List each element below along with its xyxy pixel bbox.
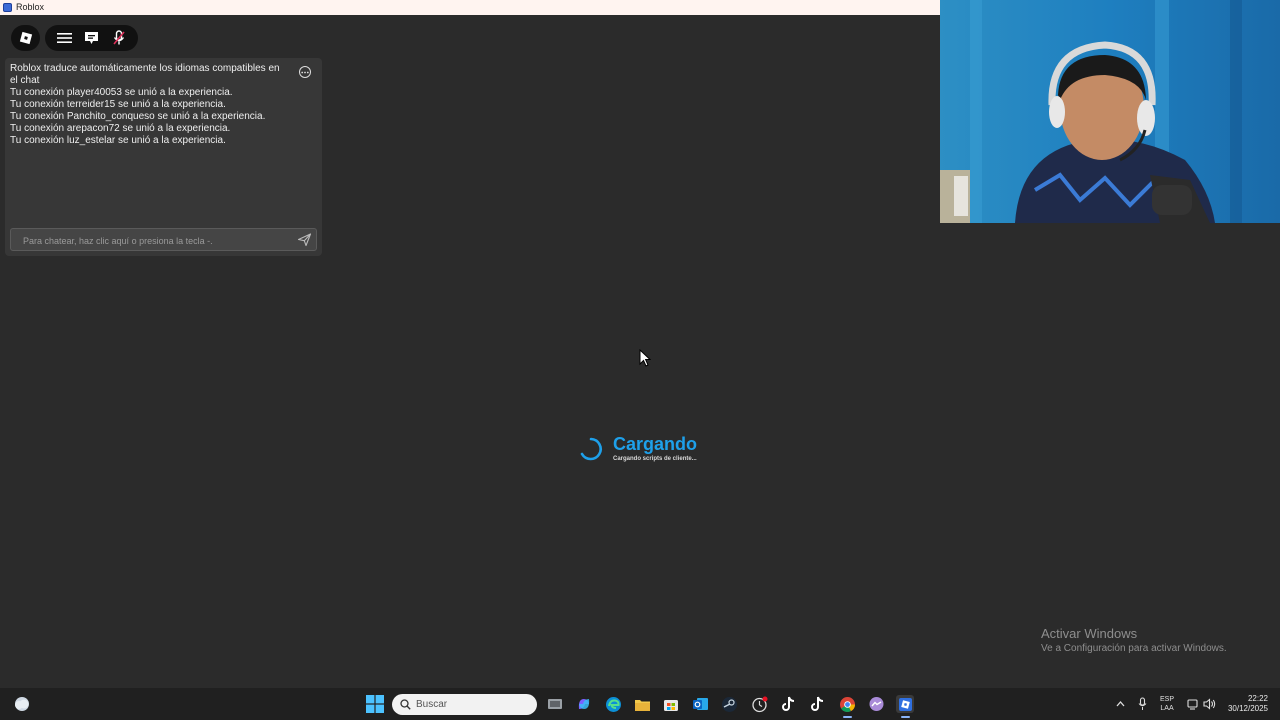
chrome-button[interactable] [838, 695, 856, 718]
search-placeholder: Buscar [416, 699, 448, 710]
webcam-overlay [940, 0, 1280, 223]
menu-icon [57, 33, 72, 43]
roblox-taskbar-button[interactable] [896, 695, 914, 718]
chat-input[interactable] [21, 229, 295, 252]
more-options-icon [301, 71, 309, 73]
chat-message: Tu conexión luz_estelar se unió a la exp… [10, 135, 226, 146]
copilot-icon [578, 699, 590, 709]
steam-button[interactable] [720, 695, 738, 713]
clock-app-button[interactable] [750, 695, 768, 713]
tiktok-icon [781, 696, 794, 711]
chrome-icon [839, 696, 855, 712]
chevron-up-icon[interactable] [1116, 700, 1125, 707]
tiktok-2-button[interactable] [808, 695, 826, 713]
copilot-button[interactable] [575, 695, 593, 713]
send-icon[interactable] [297, 232, 312, 247]
chat-message: Tu conexión terreider15 se unió a la exp… [10, 99, 226, 110]
messenger-icon [869, 696, 883, 711]
window-title: Roblox [16, 2, 45, 12]
watermark-subtitle: Ve a Configuración para activar Windows. [1041, 643, 1227, 654]
edge-browser-icon [605, 696, 621, 712]
roblox-app-icon [3, 3, 12, 12]
keyboard-layout: LAA [1160, 705, 1174, 712]
store-icon [664, 700, 678, 711]
messenger-button[interactable] [867, 695, 885, 713]
language-code: ESP [1160, 696, 1175, 703]
outlook-button[interactable] [691, 695, 709, 713]
search-icon [400, 699, 411, 710]
system-clock[interactable]: 22:22 30/12/2025 [1222, 694, 1268, 714]
language-indicator[interactable]: ESP LAA [1160, 695, 1174, 713]
outlook-icon [692, 698, 708, 710]
loading-spinner-icon [580, 437, 602, 461]
roblox-logo-icon [19, 31, 32, 45]
tiktok-button[interactable] [779, 695, 797, 713]
watermark-title: Activar Windows [1041, 626, 1138, 641]
network-icon[interactable] [1187, 698, 1199, 710]
taskbar-search-box[interactable]: Buscar [392, 694, 537, 715]
volume-icon[interactable] [1203, 698, 1216, 710]
chat-message: Roblox traduce automáticamente los idiom… [10, 63, 283, 86]
edge-button[interactable] [604, 695, 622, 713]
clock-app-icon [751, 696, 767, 712]
task-view-button[interactable] [546, 695, 564, 713]
clock-time: 22:22 [1247, 694, 1268, 703]
task-view-icon [548, 699, 562, 709]
windows-activation-watermark: Activar Windows Ve a Configuración para … [1041, 626, 1227, 654]
loading-indicator: Cargando Cargando scripts de cliente... [578, 432, 718, 468]
chat-message: Tu conexión arepacon72 se unió a la expe… [10, 123, 231, 134]
microphone-muted-icon [112, 30, 125, 45]
loading-subtitle: Cargando scripts de cliente... [613, 456, 697, 462]
windows-taskbar: Buscar ESP LAA 22:22 30/12/2025 [0, 688, 1280, 720]
microsoft-store-button[interactable] [662, 695, 680, 713]
loading-title: Cargando [613, 434, 698, 454]
mouse-cursor-icon [639, 349, 651, 367]
chat-options-button[interactable] [299, 66, 311, 78]
weather-icon[interactable] [12, 694, 32, 714]
roblox-menu-button[interactable] [11, 25, 40, 51]
roblox-icon [898, 697, 912, 711]
microphone-icon[interactable] [1138, 697, 1147, 711]
chat-message-list: Roblox traduce automáticamente los idiom… [10, 63, 290, 147]
chat-message: Tu conexión player40053 se unió a la exp… [10, 87, 233, 98]
menu-button[interactable] [56, 29, 74, 47]
tiktok-icon [810, 696, 823, 711]
chat-message: Tu conexión Panchito_conqueso se unió a … [10, 111, 266, 122]
steam-icon [721, 696, 737, 712]
voice-chat-button[interactable] [110, 29, 128, 47]
chat-window: Roblox traduce automáticamente los idiom… [5, 58, 322, 256]
clock-date: 30/12/2025 [1227, 704, 1268, 713]
webcam-video-image [940, 0, 1280, 223]
chat-input-box [10, 228, 317, 252]
windows-start-icon[interactable] [366, 695, 384, 713]
topbar-controls [45, 25, 138, 51]
folder-icon [634, 699, 650, 711]
window-titlebar: Roblox [0, 0, 940, 15]
chat-icon [85, 32, 98, 44]
file-explorer-button[interactable] [633, 695, 651, 713]
chat-toggle-button[interactable] [83, 29, 101, 47]
